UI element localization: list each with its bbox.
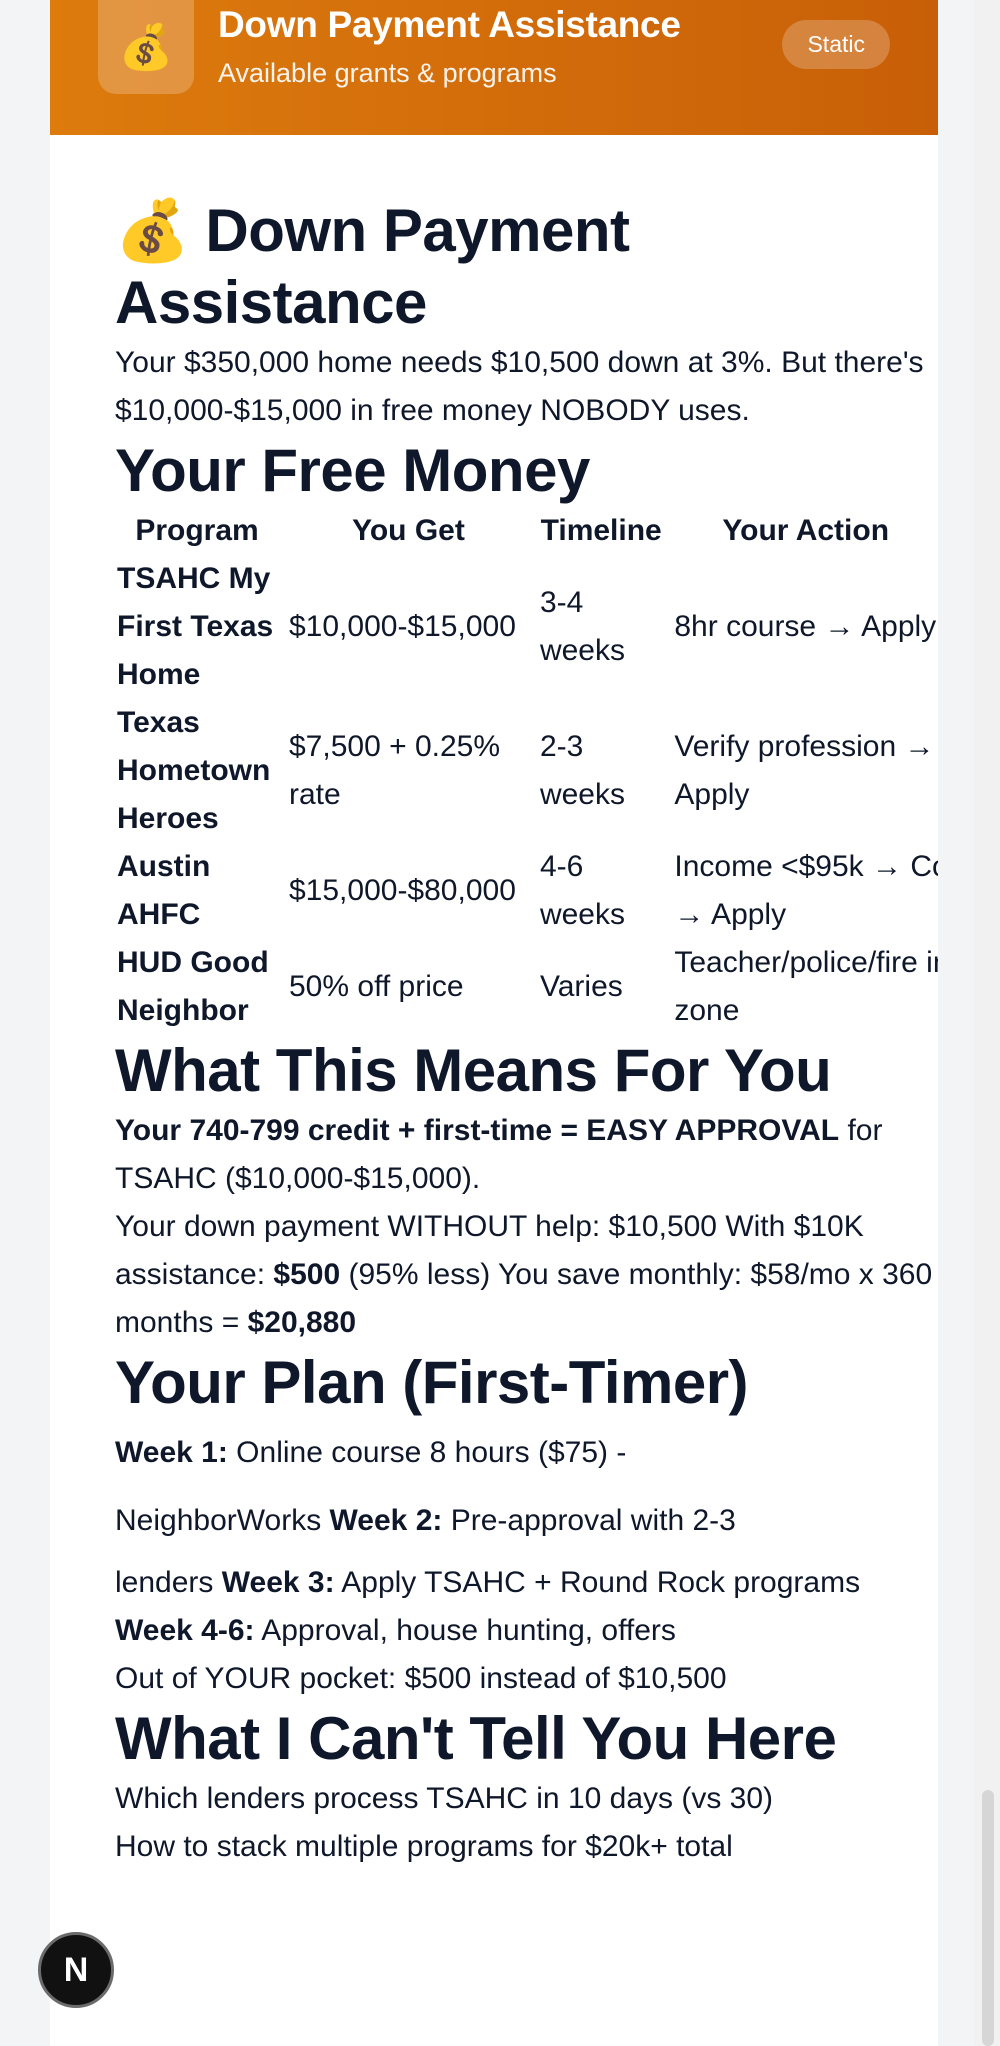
savings-text: Your down payment WITHOUT help: $10,500 …: [115, 1203, 938, 1347]
approval-text: Your 740-799 credit + first-time = EASY …: [115, 1107, 938, 1203]
plan-line: NeighborWorks Week 2: Pre-approval with …: [115, 1487, 938, 1555]
program-amount: $15,000-$80,000: [289, 874, 516, 907]
free-money-heading: Your Free Money: [115, 437, 590, 504]
table-row: Texas Hometown Heroes $7,500 + 0.25% rat…: [115, 699, 938, 843]
scrollbar-thumb[interactable]: [982, 1790, 994, 2046]
column-header: You Get: [352, 514, 465, 547]
pocket-line: Out of YOUR pocket: $500 instead of $10,…: [115, 1662, 727, 1695]
header-subtitle: Available grants & programs: [218, 58, 557, 88]
week-label: Week 4-6:: [115, 1614, 255, 1647]
program-name: Austin AHFC: [117, 850, 211, 931]
column-header: Your Action: [722, 514, 890, 547]
plan-steps: Week 1: Online course 8 hours ($75) - Ne…: [115, 1419, 938, 1703]
page-title-text: Down Payment Assistance: [115, 197, 630, 336]
approval-bold: Your 740-799 credit + first-time = EASY …: [115, 1114, 840, 1147]
program-action: Income <$95k → Course → Apply: [674, 850, 938, 931]
table-row: Austin AHFC $15,000-$80,000 4-6 weeks In…: [115, 843, 938, 939]
n-logo-icon: N: [63, 1950, 89, 1989]
program-action: 8hr course → Apply: [674, 610, 937, 643]
week-text: Apply TSAHC + Round Rock programs: [334, 1566, 861, 1599]
intro-text: Your $350,000 home needs $10,500 down at…: [115, 346, 924, 427]
week-label: Week 3:: [221, 1566, 335, 1599]
program-timeline: Varies: [539, 970, 623, 1003]
program-action: Teacher/police/fire in zone: [674, 946, 938, 1027]
week-label: Week 2:: [329, 1504, 443, 1537]
savings-total: $20,880: [247, 1306, 357, 1339]
program-timeline: 3-4 weeks: [539, 586, 625, 667]
program-amount: $7,500 + 0.25% rate: [289, 730, 501, 811]
program-name: Texas Hometown Heroes: [117, 706, 271, 835]
page-title: 💰 Down Payment Assistance: [115, 195, 938, 339]
article-body: 💰 Down Payment Assistance Your $350,000 …: [115, 195, 938, 1871]
program-name: TSAHC My First Texas Home: [117, 562, 274, 691]
static-badge: Static: [782, 20, 890, 69]
savings-amount: $500: [273, 1258, 341, 1291]
week-text: lenders: [115, 1566, 222, 1599]
means-heading: What This Means For You: [115, 1037, 832, 1104]
program-timeline: 2-3 weeks: [539, 730, 625, 811]
week-text: NeighborWorks: [115, 1504, 330, 1537]
program-timeline: 4-6 weeks: [539, 850, 625, 931]
program-action: Verify profession → Apply: [674, 730, 935, 811]
table-row: HUD Good Neighbor 50% off price Varies T…: [115, 939, 938, 1035]
plan-line: lenders Week 3: Apply TSAHC + Round Rock…: [115, 1559, 938, 1655]
column-header: Program: [135, 514, 259, 547]
week-text: Approval, house hunting, offers: [254, 1614, 676, 1647]
cant-tell-line: Which lenders process TSAHC in 10 days (…: [115, 1782, 774, 1815]
header-banner: 💰 Down Payment Assistance Available gran…: [50, 0, 938, 135]
column-header: Timeline: [540, 514, 662, 547]
plan-heading: Your Plan (First-Timer): [115, 1349, 749, 1416]
programs-table: Program You Get Timeline Your Action TSA…: [115, 507, 938, 1035]
money-bag-icon: 💰: [98, 0, 194, 94]
cant-tell-heading: What I Can't Tell You Here: [115, 1705, 837, 1772]
program-amount: $10,000-$15,000: [289, 610, 516, 643]
week-label: Week 1:: [115, 1436, 228, 1469]
nextjs-dev-button[interactable]: N: [38, 1932, 114, 2008]
table-row: TSAHC My First Texas Home $10,000-$15,00…: [115, 555, 938, 699]
cant-tell-line: How to stack multiple programs for $20k+…: [115, 1830, 733, 1863]
content-card: 💰 Down Payment Assistance Available gran…: [50, 0, 938, 2046]
scrollbar-track[interactable]: [974, 0, 1000, 2046]
program-name: HUD Good Neighbor: [117, 946, 269, 1027]
header-title: Down Payment Assistance: [218, 4, 681, 45]
week-text: Online course 8 hours ($75) -: [227, 1436, 627, 1469]
plan-line: Week 1: Online course 8 hours ($75) -: [115, 1419, 938, 1487]
week-text: Pre-approval with 2-3: [442, 1504, 736, 1537]
money-bag-icon: 💰: [115, 197, 190, 264]
program-amount: 50% off price: [289, 970, 464, 1003]
table-header-row: Program You Get Timeline Your Action: [115, 507, 938, 555]
